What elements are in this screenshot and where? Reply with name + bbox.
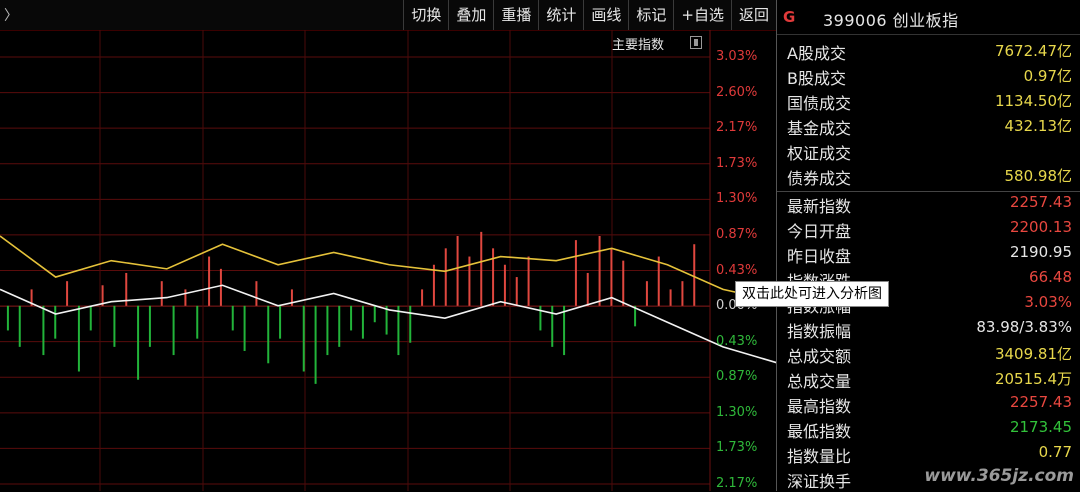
axis-label-up-7: 0.43%: [716, 262, 758, 278]
info-row-value: 0.77: [1038, 443, 1072, 461]
info-row-value: 0.97亿: [1023, 67, 1072, 85]
info-row-label: 深证换手: [787, 472, 852, 491]
info-row-value: 2190.95: [1009, 243, 1072, 261]
index-info-panel: G 399006 创业板指 A股成交 7672.47亿 B股成交 0.97亿国债成交 1…: [777, 0, 1080, 491]
info-row: 基金成交 432.13亿: [777, 112, 1080, 138]
info-row-value: 2173.45: [1009, 418, 1072, 436]
panel-separator: [777, 191, 1080, 192]
info-row-label: 最低指数: [787, 422, 852, 441]
intraday-chart[interactable]: [0, 30, 776, 491]
info-row: 指数振幅 83.98/3.83%: [777, 315, 1080, 341]
switch-button[interactable]: 切换: [403, 0, 448, 30]
info-row-value: 580.98亿: [1004, 167, 1073, 185]
info-row-label: 指数量比: [787, 447, 852, 466]
index-title: 399006 创业板指: [823, 11, 959, 30]
replay-button[interactable]: 重播: [493, 0, 538, 30]
info-row-value: 432.13亿: [1004, 117, 1073, 135]
info-row: 权证成交: [777, 137, 1080, 163]
panel-header: G 399006 创业板指: [777, 0, 1080, 35]
axis-label-up-6: 0.87%: [716, 226, 758, 242]
back-button[interactable]: 返回: [730, 0, 776, 30]
axis-label-up-3: 2.17%: [716, 120, 758, 136]
info-row: 昨日收盘 2190.95: [777, 240, 1080, 266]
analysis-tooltip[interactable]: 双击此处可进入分析图: [735, 281, 889, 307]
info-row-label: 指数振幅: [787, 322, 852, 341]
axis-label-up-4: 1.73%: [716, 155, 758, 171]
info-row-label: 总成交量: [787, 372, 852, 391]
axis-label-down-2: 0.87%: [716, 369, 758, 385]
draw-line-button[interactable]: 画线: [583, 0, 628, 30]
info-row-label: 总成交额: [787, 347, 852, 366]
info-row-label: A股成交: [787, 44, 846, 63]
index-line-white: [0, 284, 776, 364]
info-row-value: 2200.13: [1009, 218, 1072, 236]
info-row-label: 权证成交: [787, 144, 852, 163]
info-row: 总成交额 3409.81亿: [777, 340, 1080, 366]
info-row-label: 最新指数: [787, 197, 852, 216]
g-icon[interactable]: G: [783, 8, 795, 26]
info-row-label: 国债成交: [787, 94, 852, 113]
info-row-value: 66.48: [1029, 268, 1072, 286]
statistics-button[interactable]: 统计: [538, 0, 583, 30]
chart-toolbar: 〉 切换 叠加 重播 统计 画线 标记 +自选 返回: [0, 0, 776, 31]
info-row-label: 昨日收盘: [787, 247, 852, 266]
info-row-value: 20515.4万: [994, 370, 1072, 388]
info-row-value: 3409.81亿: [994, 345, 1072, 363]
info-row-label: 基金成交: [787, 119, 852, 138]
info-row-label: 债券成交: [787, 169, 852, 188]
info-row: 国债成交 1134.50亿: [777, 87, 1080, 113]
axis-label-down-4: 1.73%: [716, 440, 758, 456]
info-row: 债券成交 580.98亿: [777, 162, 1080, 188]
axis-label-up-5: 1.30%: [716, 191, 758, 207]
info-row: 今日开盘 2200.13: [777, 215, 1080, 241]
mark-button[interactable]: 标记: [628, 0, 673, 30]
info-row-label: B股成交: [787, 69, 846, 88]
chevron-right-icon[interactable]: 〉: [4, 5, 18, 25]
watermark: www.365jz.com: [924, 466, 1074, 486]
add-watchlist-button[interactable]: +自选: [673, 0, 731, 30]
info-row: 指数量比 0.77: [777, 440, 1080, 466]
info-row-value: 2257.43: [1009, 193, 1072, 211]
info-row: 最低指数 2173.45: [777, 415, 1080, 441]
info-row-label: 最高指数: [787, 397, 852, 416]
axis-label-down-3: 1.30%: [716, 404, 758, 420]
info-row: 总成交量 20515.4万: [777, 365, 1080, 391]
toolbar-buttons: 切换 叠加 重播 统计 画线 标记 +自选 返回: [403, 0, 776, 30]
info-row-value: 1134.50亿: [994, 92, 1072, 110]
info-row: B股成交 0.97亿: [777, 62, 1080, 88]
info-row-value: 7672.47亿: [994, 42, 1072, 60]
info-row-label: 今日开盘: [787, 222, 852, 241]
info-row: 最新指数 2257.43: [777, 190, 1080, 216]
axis-label-up-1: 3.03%: [716, 49, 758, 64]
info-row: 最高指数 2257.43: [777, 390, 1080, 416]
info-row-value: 83.98/3.83%: [976, 318, 1072, 336]
overlay-button[interactable]: 叠加: [448, 0, 493, 30]
axis-label-up-2: 2.60%: [716, 84, 758, 100]
info-row-value: 2257.43: [1009, 393, 1072, 411]
axis-label-down-1: 0.43%: [716, 333, 758, 349]
axis-label-down-5: 2.17%: [716, 476, 758, 491]
info-row-value: 3.03%: [1024, 293, 1072, 311]
info-row: A股成交 7672.47亿: [777, 37, 1080, 63]
